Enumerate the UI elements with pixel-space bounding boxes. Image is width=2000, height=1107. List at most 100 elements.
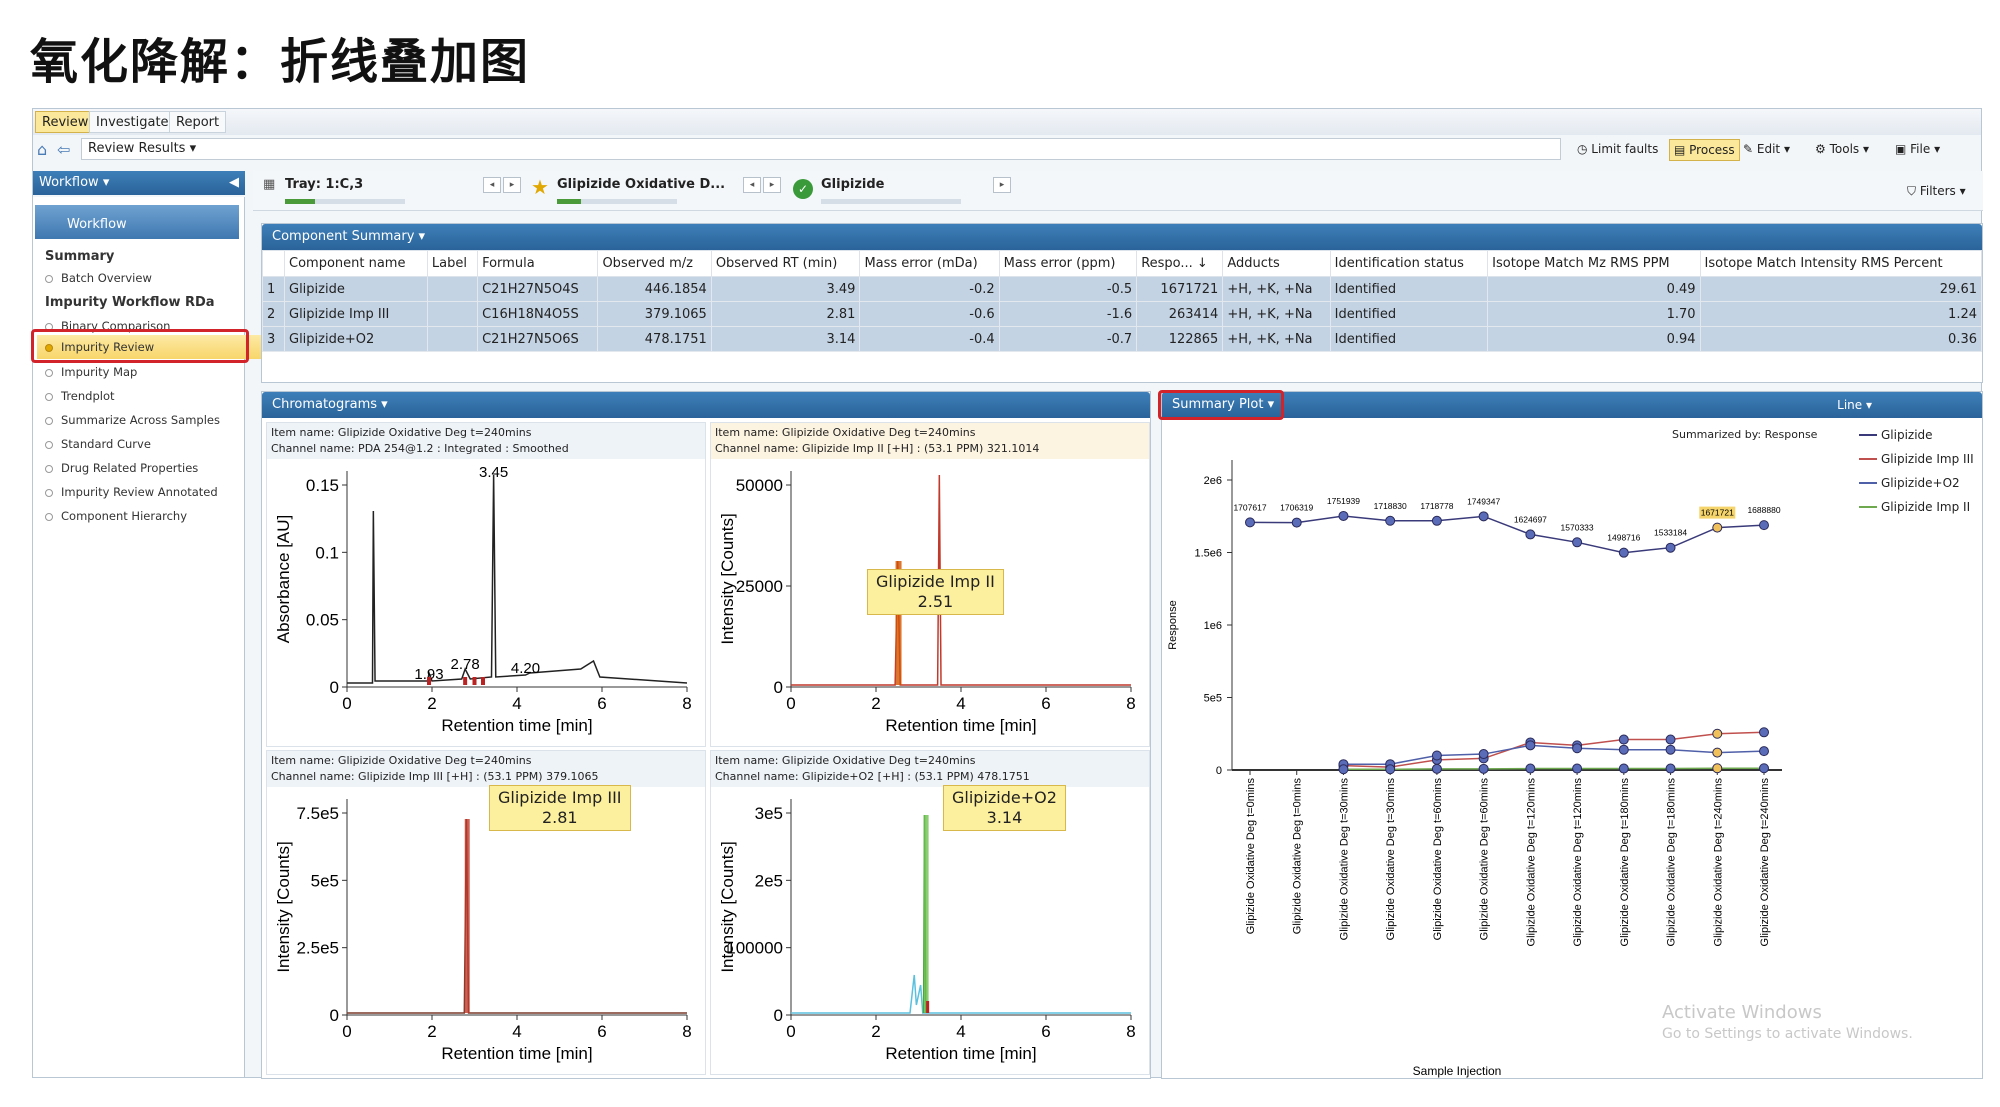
x-tick-label: Glipizide Oxidative Deg t=180mins: [1666, 778, 1678, 947]
y-tick-label: 0.1: [315, 543, 339, 562]
data-point: [1525, 740, 1536, 751]
x-tick-label: Glipizide Oxidative Deg t=30mins: [1385, 778, 1397, 941]
peak-marker: [463, 677, 468, 685]
home-icon[interactable]: ⌂: [37, 140, 47, 159]
x-tick-label: 8: [1126, 694, 1135, 713]
filters-label: Filters: [1919, 184, 1956, 198]
data-label: 1718830: [1374, 501, 1407, 511]
watermark-sub: Go to Settings to activate Windows.: [1662, 1026, 1913, 1042]
chromatogram-pane-4[interactable]: Item name: Glipizide Oxidative Deg t=240…: [710, 750, 1150, 1075]
breadcrumb-review-results[interactable]: Review Results: [88, 141, 185, 156]
component-summary-header[interactable]: Component Summary ▾: [262, 224, 1982, 250]
chromatogram-plot[interactable]: 0 2 4 6 8 0 2.5e5 5e5 7.5e5 Retention time [min] I…: [267, 787, 707, 1076]
table-row[interactable]: 1 Glipizide C21H27N5O4S 446.1854 3.49 -0.2 -0.…: [262, 276, 1983, 302]
filters-button[interactable]: ⛉ Filters ▾: [1903, 181, 1970, 203]
table-cell: 1.24: [1699, 301, 1983, 327]
workflow-item-standard-curve[interactable]: Standard Curve: [45, 437, 151, 451]
chromatogram-plot[interactable]: 0 2 4 6 8 0 0.05 0.1 0.15 Retention time [min] Abs…: [267, 459, 707, 748]
batch-overview-item[interactable]: Batch Overview: [45, 271, 152, 285]
column-header[interactable]: Mass error (ppm): [998, 250, 1138, 277]
item-name: Item name: Glipizide Oxidative Deg t=240…: [271, 426, 532, 439]
tray-next-button[interactable]: ▸: [503, 177, 521, 193]
chromatogram-pane-3[interactable]: Item name: Glipizide Oxidative Deg t=240…: [266, 750, 706, 1075]
workflow-item-impurity-annotated[interactable]: Impurity Review Annotated: [45, 485, 218, 499]
table-cell: -0.4: [859, 326, 1000, 352]
peak-name: Glipizide Imp II: [876, 572, 995, 591]
column-header[interactable]: Respo... ↓: [1136, 250, 1224, 277]
workflow-item-summarize[interactable]: Summarize Across Samples: [45, 413, 220, 427]
data-point: [1431, 763, 1442, 774]
x-axis-label: Retention time [min]: [885, 1044, 1036, 1063]
tab-investigate[interactable]: Investigate: [89, 111, 176, 133]
collapse-icon[interactable]: ◀: [229, 171, 239, 195]
pane-header: Item name: Glipizide Oxidative Deg t=240…: [267, 423, 705, 459]
workflow-item-impurity-map[interactable]: Impurity Map: [45, 365, 137, 379]
wf-label: Trendplot: [61, 389, 115, 403]
breadcrumb[interactable]: Review Results ▾: [81, 138, 1561, 160]
workflow-item-drug-related[interactable]: Drug Related Properties: [45, 461, 198, 475]
table-cell: 3.49: [710, 276, 861, 302]
chromatograms-header[interactable]: Chromatograms ▾: [262, 392, 1150, 418]
line-mode-dropdown[interactable]: Line ▾: [1837, 392, 1872, 418]
chromatogram-pane-2[interactable]: Item name: Glipizide Oxidative Deg t=240…: [710, 422, 1150, 747]
legend-swatch: [1859, 458, 1877, 460]
x-tick-label: 2: [871, 1022, 880, 1041]
y-tick-label: 25000: [736, 577, 783, 596]
back-arrow-icon[interactable]: ⇦: [57, 140, 70, 159]
summary-line-chart[interactable]: 0 5e5 1e6 1.5e6 2e6 Response Sample Injection G…: [1162, 420, 1852, 1080]
tools-button[interactable]: ⚙ Tools ▾: [1811, 139, 1873, 161]
summary-category: Summary: [45, 249, 115, 264]
component-label: Glipizide: [821, 177, 885, 192]
table-cell: 379.1065: [597, 301, 712, 327]
edit-button[interactable]: ✎ Edit ▾: [1739, 139, 1794, 161]
data-point: [1291, 517, 1302, 528]
component-progress: [821, 199, 961, 204]
x-tick-label: 8: [682, 694, 691, 713]
table-cell: C21H27N5O4S: [477, 276, 599, 302]
column-header[interactable]: Component name: [284, 250, 428, 277]
legend-label: Glipizide: [1881, 428, 1933, 442]
table-cell: +H, +K, +Na: [1222, 301, 1331, 327]
workflow-subheader[interactable]: Workflow: [35, 205, 239, 239]
legend-item[interactable]: Glipizide Imp III: [1853, 447, 1981, 471]
column-header[interactable]: Mass error (mDa): [859, 250, 1000, 277]
tray-icon: ▦: [263, 177, 276, 192]
chromatogram-pane-1[interactable]: Item name: Glipizide Oxidative Deg t=240…: [266, 422, 706, 747]
column-header[interactable]: Isotope Match Mz RMS PPM: [1487, 250, 1701, 277]
wf-label: Drug Related Properties: [61, 461, 199, 475]
legend-item[interactable]: Glipizide+O2: [1853, 471, 1981, 495]
column-header[interactable]: Identification status: [1329, 250, 1489, 277]
workflow-item-component-hierarchy[interactable]: Component Hierarchy: [45, 509, 187, 523]
tab-review[interactable]: Review: [35, 111, 96, 133]
table-row[interactable]: 3 Glipizide+O2 C21H27N5O6S 478.1751 3.14 -0.4…: [262, 326, 1983, 352]
x-tick-label: Glipizide Oxidative Deg t=0mins: [1292, 778, 1304, 935]
data-point: [1665, 734, 1676, 745]
legend-item[interactable]: Glipizide: [1853, 423, 1981, 447]
y-tick-label: 2.5e5: [296, 939, 339, 958]
tab-report[interactable]: Report: [169, 111, 227, 133]
table-row[interactable]: 2 Glipizide Imp III C16H18N4O5S 379.1065 2.8…: [262, 301, 1983, 327]
column-header[interactable]: Isotope Match Intensity RMS Percent: [1699, 250, 1983, 277]
tray-prev-button[interactable]: ◂: [483, 177, 501, 193]
x-tick-label: 0: [786, 1022, 795, 1041]
sample-prev-button[interactable]: ◂: [743, 177, 761, 193]
process-button[interactable]: ▤ Process: [1669, 139, 1740, 161]
column-header[interactable]: Label: [426, 250, 479, 277]
column-header[interactable]: Observed m/z: [597, 250, 712, 277]
workflow-item-trendplot[interactable]: Trendplot: [45, 389, 115, 403]
file-button[interactable]: ▣ File ▾: [1891, 139, 1944, 161]
limit-faults-button[interactable]: ◷ Limit faults: [1573, 139, 1662, 161]
tray-progress: [285, 199, 405, 204]
wf-label: Standard Curve: [61, 437, 151, 451]
data-point: [1385, 515, 1396, 526]
comp-next-button[interactable]: ▸: [993, 177, 1011, 193]
column-header[interactable]: Observed RT (min): [710, 250, 861, 277]
column-header[interactable]: Adducts: [1222, 250, 1331, 277]
legend-item[interactable]: Glipizide Imp II: [1853, 495, 1981, 519]
column-header[interactable]: Formula: [477, 250, 599, 277]
workflow-header[interactable]: Workflow ▾ ◀: [33, 171, 245, 195]
summary-plot-header[interactable]: Summary Plot ▾ Line ▾: [1162, 392, 1982, 418]
chromatogram-plot[interactable]: 0 2 4 6 801000002e53e5Retention time [min]In…: [711, 787, 1151, 1076]
table-cell: 3: [262, 326, 285, 352]
sample-next-button[interactable]: ▸: [763, 177, 781, 193]
